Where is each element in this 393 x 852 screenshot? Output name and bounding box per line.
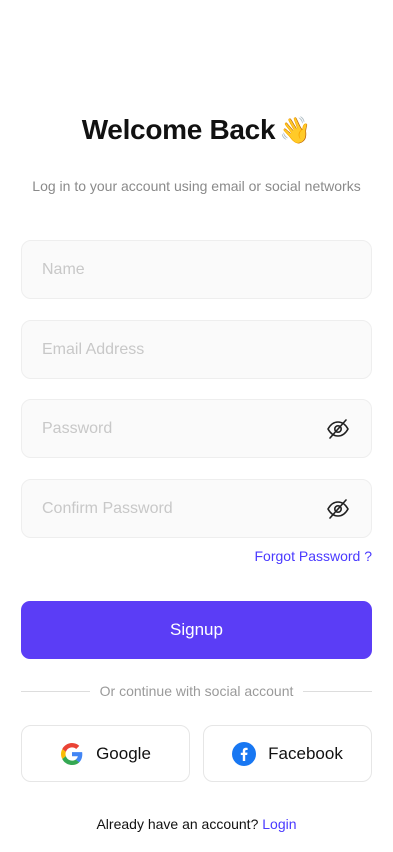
waving-hand-icon: 👋 (279, 115, 312, 145)
signup-button[interactable]: Signup (21, 601, 372, 659)
name-field[interactable]: Name (21, 240, 372, 299)
name-placeholder: Name (42, 260, 85, 278)
social-divider: Or continue with social account (21, 682, 373, 700)
password-field[interactable]: Password (21, 399, 372, 458)
divider-line-right (303, 690, 373, 692)
facebook-icon (232, 741, 257, 766)
login-prompt: Already have an account? Login (0, 816, 393, 832)
google-button[interactable]: Google (21, 725, 190, 782)
forgot-password-link[interactable]: Forgot Password ? (255, 548, 373, 564)
login-link[interactable]: Login (262, 816, 296, 832)
title-text: Welcome Back (81, 114, 276, 145)
email-placeholder: Email Address (42, 340, 145, 358)
google-icon (60, 742, 84, 766)
divider-text: Or continue with social account (99, 683, 294, 699)
email-field[interactable]: Email Address (21, 320, 372, 379)
eye-off-icon[interactable] (325, 496, 351, 522)
confirm-password-field[interactable]: Confirm Password (21, 479, 372, 538)
facebook-label: Facebook (268, 743, 343, 763)
facebook-button[interactable]: Facebook (203, 725, 372, 782)
signup-screen: Welcome Back 👋 Log in to your account usi… (0, 0, 393, 852)
password-placeholder: Password (42, 419, 113, 437)
confirm-password-placeholder: Confirm Password (42, 499, 173, 517)
page-subtitle: Log in to your account using email or so… (32, 178, 361, 194)
divider-line-left (21, 690, 90, 692)
eye-off-icon[interactable] (325, 416, 351, 442)
page-title: Welcome Back 👋 (0, 112, 393, 148)
login-prompt-text: Already have an account? (96, 816, 259, 832)
google-label: Google (96, 743, 151, 763)
